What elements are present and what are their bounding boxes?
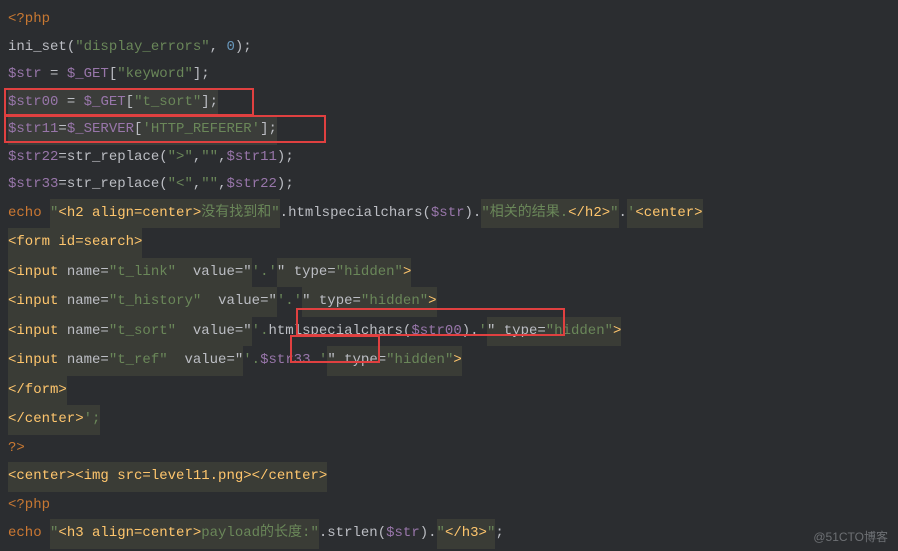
- line-9: <form id=search>: [8, 234, 142, 250]
- line-11: <input name="t_history" value="'.'" type…: [8, 293, 437, 309]
- line-4: $str00 = $_GET["t_sort"];: [8, 94, 218, 110]
- watermark-text: @51CTO博客: [813, 528, 888, 545]
- line-13: <input name="t_ref" value="'.$str33.'" t…: [8, 352, 462, 368]
- php-open-tag: <?php: [8, 11, 50, 27]
- line-12: <input name="t_sort" value="'.htmlspecia…: [8, 323, 621, 339]
- line-8: echo "<h2 align=center>没有找到和".htmlspecia…: [8, 205, 703, 221]
- code-block: <?php ini_set("display_errors", 0); $str…: [0, 0, 898, 551]
- line-14: </form>: [8, 382, 67, 398]
- line-16: ?>: [8, 440, 25, 456]
- line-5: $str11=$_SERVER['HTTP_REFERER'];: [8, 121, 277, 137]
- line-19: echo "<h3 align=center>payload的长度:".strl…: [8, 525, 504, 541]
- line-1: <?php: [8, 11, 50, 27]
- line-3: $str = $_GET["keyword"];: [8, 66, 210, 82]
- line-18: <?php: [8, 497, 50, 513]
- line-17: <center><img src=level11.png></center>: [8, 468, 327, 484]
- line-6: $str22=str_replace(">","",$str11);: [8, 149, 294, 165]
- line-2: ini_set("display_errors", 0);: [8, 39, 252, 55]
- line-7: $str33=str_replace("<","",$str22);: [8, 176, 294, 192]
- line-15: </center>';: [8, 411, 100, 427]
- line-10: <input name="t_link" value="'.'" type="h…: [8, 264, 411, 280]
